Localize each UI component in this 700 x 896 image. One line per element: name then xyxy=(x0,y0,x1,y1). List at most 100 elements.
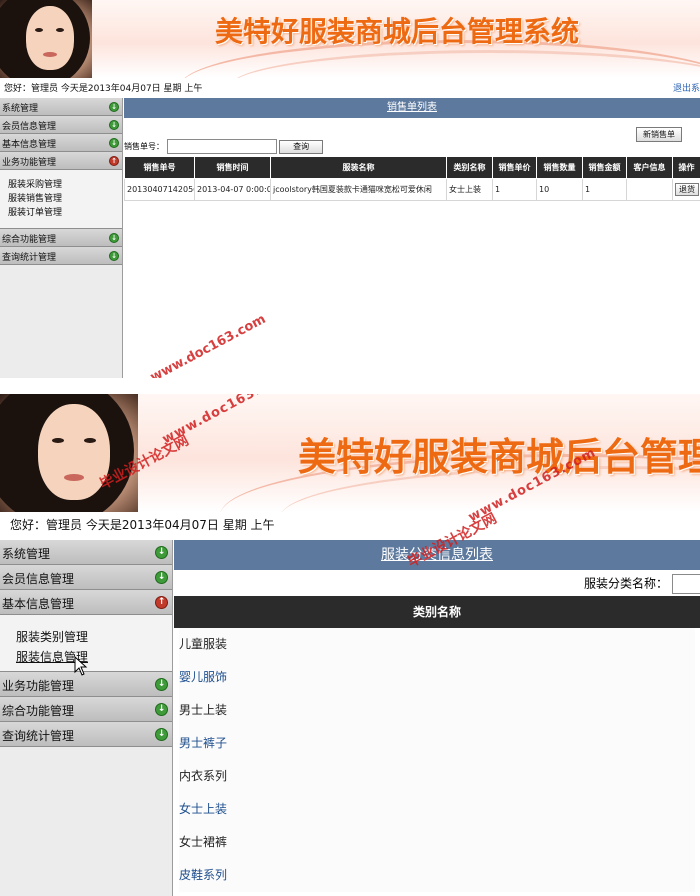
list-item[interactable]: 儿童服装 xyxy=(179,628,695,661)
table-row: 20130407142056 2013-04-07 0:00:00 jcools… xyxy=(124,178,700,201)
model-portrait xyxy=(0,394,138,512)
menu-label: 查询统计管理 xyxy=(2,729,75,743)
list-title[interactable]: 销售单列表 xyxy=(387,102,437,113)
expand-icon: ↓ xyxy=(155,571,168,584)
collapse-icon: ↑ xyxy=(109,156,119,166)
sale-number-input[interactable] xyxy=(166,139,277,154)
menu-comprehensive[interactable]: 综合功能管理 ↓ xyxy=(0,697,172,722)
system-title: 美特好服装商城后台管理系统 xyxy=(298,434,700,479)
sidebar: 系统管理 ↓ 会员信息管理 ↓ 基本信息管理 ↑ 服装类别管理 服装信息管理 业… xyxy=(0,540,173,896)
search-label: 销售单号： xyxy=(124,142,164,151)
col-header: 操作 xyxy=(672,156,700,179)
col-header: 销售数量 xyxy=(536,156,583,179)
submenu-category[interactable]: 服装类别管理 xyxy=(16,627,172,647)
main-panel: 服装分类信息列表 服装分类名称： 类别名称 儿童服装 婴儿服饰 男士上装 男士裤… xyxy=(174,540,700,896)
col-header: 销售单价 xyxy=(492,156,537,179)
expand-icon: ↓ xyxy=(109,233,119,243)
submenu-purchase[interactable]: 服装采购管理 xyxy=(8,178,122,192)
submenu-business: 服装采购管理 服装销售管理 服装订单管理 xyxy=(0,170,122,229)
menu-statistics[interactable]: 查询统计管理 ↓ xyxy=(0,722,172,747)
cell-amount: 1 xyxy=(582,178,627,201)
mouse-cursor-icon xyxy=(74,656,88,676)
table-header: 销售单号 销售时间 服装名称 类别名称 销售单价 销售数量 销售金额 客户信息 … xyxy=(124,156,700,179)
main-panel: 销售单列表 新销售单 销售单号： 查询 销售单号 销售时间 服装名称 类别名称 … xyxy=(124,98,700,378)
list-item[interactable]: 男士上装 xyxy=(179,694,695,727)
submenu-sales[interactable]: 服装销售管理 xyxy=(8,192,122,206)
menu-system[interactable]: 系统管理 ↓ xyxy=(0,98,122,116)
separator xyxy=(0,378,700,394)
expand-icon: ↓ xyxy=(109,120,119,130)
cell-customer xyxy=(626,178,673,201)
menu-business[interactable]: 业务功能管理 ↑ xyxy=(0,152,122,170)
menu-member[interactable]: 会员信息管理 ↓ xyxy=(0,565,172,590)
category-list: 儿童服装 婴儿服饰 男士上装 男士裤子 内衣系列 女士上装 女士裙裤 皮鞋系列 xyxy=(179,628,695,892)
screenshot-category-list: 美特好服装商城后台管理系统 您好：管理员 今天是2013年04月07日 星期 上… xyxy=(0,394,700,896)
col-header: 类别名称 xyxy=(446,156,493,179)
search-label: 服装分类名称： xyxy=(584,576,669,591)
expand-icon: ↓ xyxy=(155,546,168,559)
cell-sale-time: 2013-04-07 0:00:00 xyxy=(194,178,271,201)
collapse-icon: ↑ xyxy=(155,596,168,609)
list-item[interactable]: 皮鞋系列 xyxy=(179,859,695,892)
col-header: 销售金额 xyxy=(582,156,627,179)
expand-icon: ↓ xyxy=(155,703,168,716)
col-header: 客户信息 xyxy=(626,156,673,179)
sales-table: 销售单号 销售时间 服装名称 类别名称 销售单价 销售数量 销售金额 客户信息 … xyxy=(124,156,700,201)
table-header: 类别名称 xyxy=(174,596,700,628)
welcome-text: 您好：管理员 今天是2013年04月07日 星期 上午 xyxy=(4,84,203,94)
menu-basic-info[interactable]: 基本信息管理 ↓ xyxy=(0,134,122,152)
menu-label: 系统管理 xyxy=(2,104,39,114)
list-title-bar: 销售单列表 xyxy=(124,98,700,118)
menu-member[interactable]: 会员信息管理 ↓ xyxy=(0,116,122,134)
menu-label: 基本信息管理 xyxy=(2,597,75,611)
expand-icon: ↓ xyxy=(109,251,119,261)
menu-label: 查询统计管理 xyxy=(2,253,57,263)
submenu-product-info[interactable]: 服装信息管理 xyxy=(16,647,172,667)
return-button[interactable]: 退货 xyxy=(675,183,699,196)
list-item[interactable]: 男士裤子 xyxy=(179,727,695,760)
cell-category: 女士上装 xyxy=(446,178,493,201)
cell-actions: 退货 xyxy=(672,178,700,201)
list-item[interactable]: 婴儿服饰 xyxy=(179,661,695,694)
expand-icon: ↓ xyxy=(109,102,119,112)
menu-comprehensive[interactable]: 综合功能管理 ↓ xyxy=(0,229,122,247)
menu-statistics[interactable]: 查询统计管理 ↓ xyxy=(0,247,122,265)
category-name-input[interactable] xyxy=(671,574,700,594)
list-item[interactable]: 内衣系列 xyxy=(179,760,695,793)
search-bar: 销售单号： 查询 xyxy=(124,139,324,154)
col-header: 服装名称 xyxy=(270,156,447,179)
search-bar: 服装分类名称： xyxy=(584,574,700,594)
menu-label: 会员信息管理 xyxy=(2,122,57,132)
search-button[interactable]: 查询 xyxy=(279,139,324,154)
cell-sale-number: 20130407142056 xyxy=(124,178,195,201)
sidebar: 系统管理 ↓ 会员信息管理 ↓ 基本信息管理 ↓ 业务功能管理 ↑ 服装采购管理… xyxy=(0,98,123,378)
system-title: 美特好服装商城后台管理系统 xyxy=(215,15,580,48)
menu-label: 系统管理 xyxy=(2,547,51,561)
menu-label: 综合功能管理 xyxy=(2,704,75,718)
submenu-orders[interactable]: 服装订单管理 xyxy=(8,206,122,220)
col-header: 销售时间 xyxy=(194,156,271,179)
expand-icon: ↓ xyxy=(155,728,168,741)
col-header: 类别名称 xyxy=(412,605,461,619)
menu-label: 业务功能管理 xyxy=(2,158,57,168)
menu-basic-info[interactable]: 基本信息管理 ↑ xyxy=(0,590,172,615)
cell-product-name: jcoolstory韩国夏装款卡通猫咪宽松可爱休闲 xyxy=(270,178,447,201)
menu-label: 会员信息管理 xyxy=(2,572,75,586)
expand-icon: ↓ xyxy=(109,138,119,148)
menu-label: 业务功能管理 xyxy=(2,679,75,693)
cell-unit-price: 1 xyxy=(492,178,537,201)
welcome-text: 您好：管理员 今天是2013年04月07日 星期 上午 xyxy=(10,518,275,532)
menu-label: 综合功能管理 xyxy=(2,235,57,245)
expand-icon: ↓ xyxy=(155,678,168,691)
logout-link[interactable]: 退出系 xyxy=(673,81,700,94)
header-banner: 美特好服装商城后台管理系统 xyxy=(0,0,700,78)
screenshot-sales-list: 美特好服装商城后台管理系统 您好：管理员 今天是2013年04月07日 星期 上… xyxy=(0,0,700,378)
menu-system[interactable]: 系统管理 ↓ xyxy=(0,540,172,565)
menu-label: 基本信息管理 xyxy=(2,140,57,150)
list-item[interactable]: 女士裙裤 xyxy=(179,826,695,859)
col-header: 销售单号 xyxy=(124,156,195,179)
model-portrait xyxy=(0,0,92,78)
cell-quantity: 10 xyxy=(536,178,583,201)
list-item[interactable]: 女士上装 xyxy=(179,793,695,826)
new-sale-button[interactable]: 新销售单 xyxy=(636,127,682,142)
